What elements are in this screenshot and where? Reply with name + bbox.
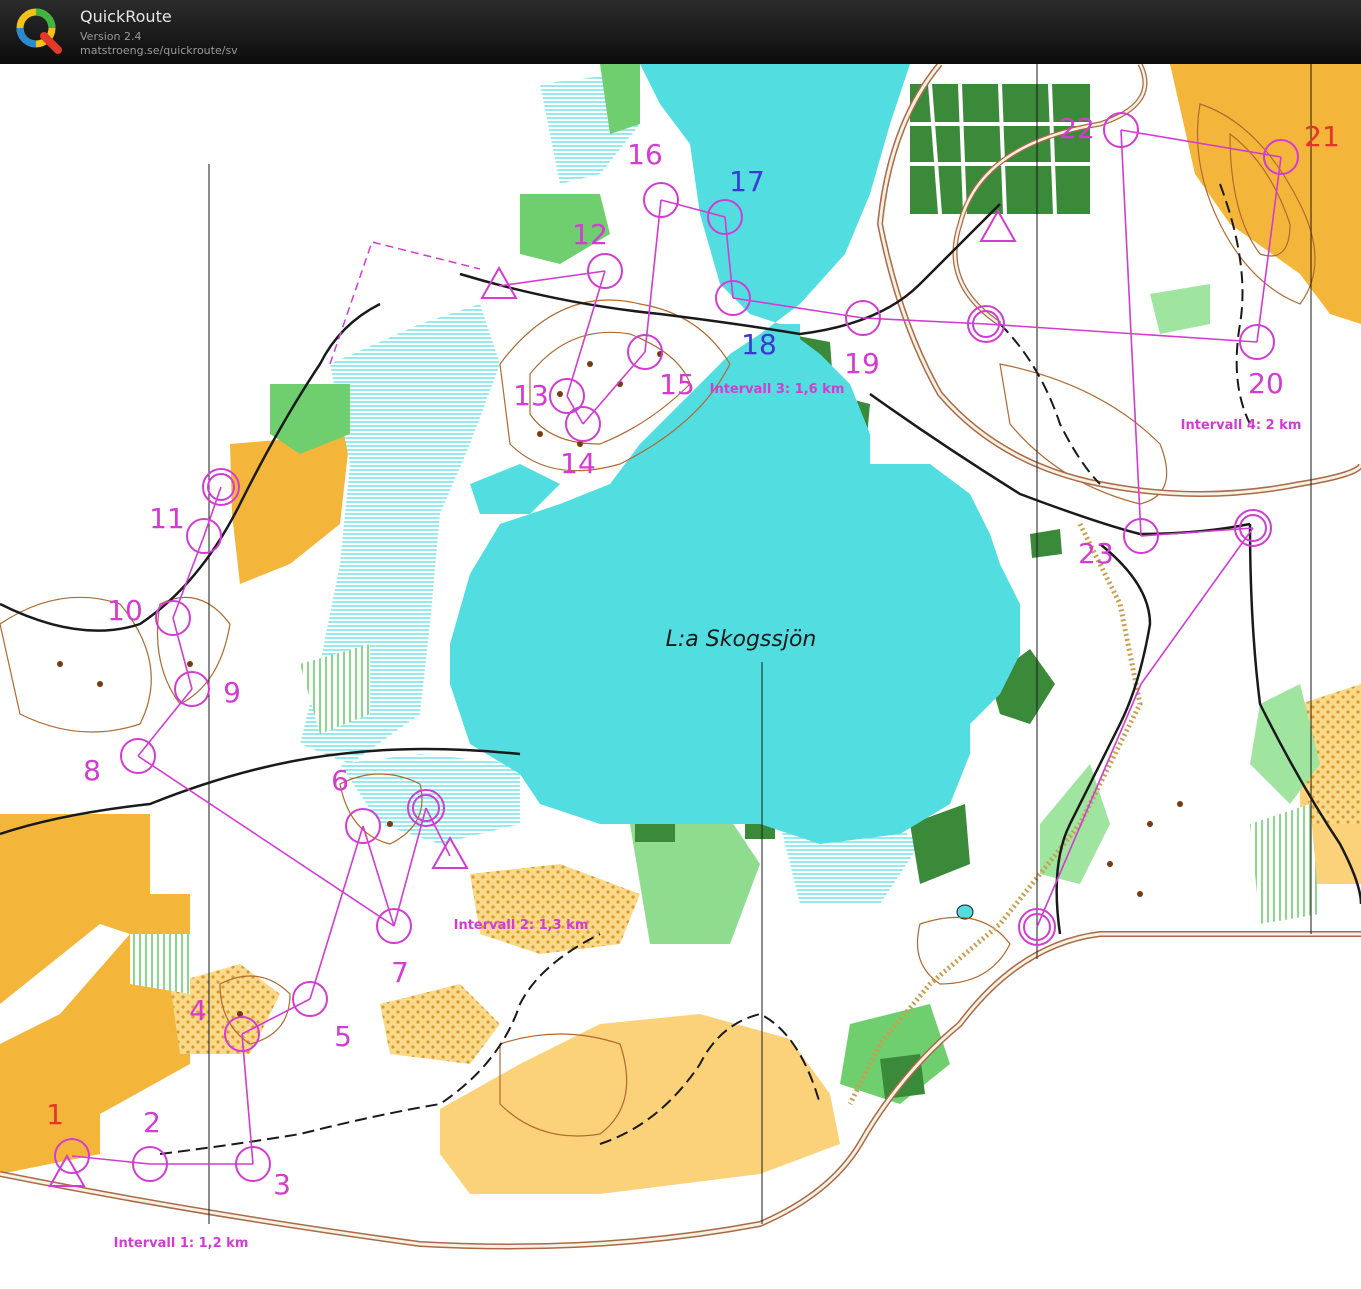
- control-number: 15: [659, 368, 695, 401]
- control-number: 13: [513, 379, 549, 412]
- control-number: 2: [143, 1106, 161, 1139]
- undergrowth: [1250, 804, 1320, 924]
- course-leg: [172, 535, 205, 619]
- app-title: QuickRoute: [80, 7, 172, 26]
- course-leg: [137, 688, 193, 757]
- rough-open-dotted: [470, 864, 640, 954]
- control-number: 1: [46, 1098, 64, 1131]
- course-leg: [644, 199, 662, 353]
- control-number: 5: [334, 1020, 352, 1053]
- quickroute-logo-icon: [16, 8, 62, 54]
- dense-forest: [1030, 529, 1062, 558]
- control-number: 10: [107, 594, 143, 627]
- interval-label: Intervall 2: 1,3 km: [454, 918, 589, 933]
- vegetation: [1150, 284, 1210, 334]
- control-number: 12: [572, 218, 608, 251]
- control-number: 16: [627, 138, 663, 171]
- lake-inlet: [470, 464, 560, 514]
- control-number: 20: [1248, 367, 1284, 400]
- app-version: Version 2.4: [80, 30, 142, 43]
- course-leg: [309, 825, 364, 1000]
- course-leg: [362, 825, 395, 927]
- interval-label: Intervall 3: 1,6 km: [710, 382, 845, 397]
- course-leg: [1036, 683, 1142, 928]
- control-number: 4: [189, 994, 207, 1027]
- interval-label: Intervall 4: 2 km: [1181, 418, 1302, 433]
- course-leg: [985, 323, 1258, 343]
- course-leg: [71, 1155, 151, 1165]
- start-triangle: [979, 208, 1017, 242]
- interval-label: Intervall 1: 1,2 km: [114, 1236, 249, 1251]
- control-number: 9: [223, 676, 241, 709]
- control-number: 14: [560, 447, 596, 480]
- map-canvas[interactable]: 1 234567891011121314151617181920212223 L:…: [0, 64, 1361, 1289]
- quickroute-window: QuickRoute Version 2.4 matstroeng.se/qui…: [0, 0, 1361, 1289]
- control-number: 6: [331, 764, 349, 797]
- control-number: 7: [391, 956, 409, 989]
- title-bar: QuickRoute Version 2.4 matstroeng.se/qui…: [0, 0, 1361, 64]
- orienteering-map[interactable]: 1 2 3 4 5 6 7 8 9 10 11 12 13 14 15 16 17 18 19 20 21 22 23 L:…: [0, 64, 1361, 1289]
- control-number: 18: [741, 328, 777, 361]
- course-leg: [1140, 527, 1254, 685]
- control-number: 8: [83, 754, 101, 787]
- control-number: 23: [1078, 537, 1114, 570]
- control-number: 17: [729, 165, 765, 198]
- rough-open-dotted: [380, 984, 500, 1064]
- marsh-southwest: [340, 754, 520, 844]
- control-number: 3: [273, 1168, 291, 1201]
- lake-name-label: L:a Skogssjön: [666, 627, 817, 652]
- course-leg: [172, 617, 193, 690]
- app-url: matstroeng.se/quickroute/sv: [80, 44, 238, 57]
- open-land-west: [230, 434, 350, 584]
- control-number: 19: [844, 347, 880, 380]
- control-number: 11: [149, 502, 185, 535]
- control-number: 21: [1304, 120, 1340, 153]
- undergrowth: [130, 934, 190, 994]
- open-land-northeast: [1170, 64, 1361, 324]
- control-number: 22: [1059, 112, 1095, 145]
